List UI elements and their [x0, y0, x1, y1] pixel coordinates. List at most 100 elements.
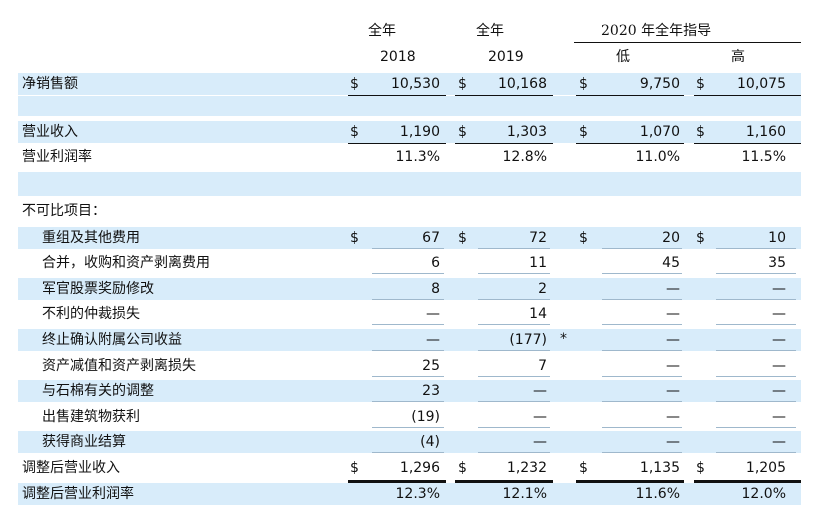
- cell-underline: [716, 376, 796, 377]
- cell-underline: [716, 324, 796, 325]
- value-cell: —: [772, 383, 786, 399]
- value-cell: 2: [538, 281, 547, 297]
- cell-underline: [478, 350, 550, 351]
- guidance-underline: [574, 42, 801, 43]
- cell-underline: [602, 248, 682, 249]
- value-cell: 8: [431, 281, 440, 297]
- cell-underline: [372, 350, 444, 351]
- cell-underline: [478, 376, 550, 377]
- currency-symbol: $: [458, 76, 467, 92]
- value-cell: 11.0%: [635, 149, 680, 165]
- cell-underline: [716, 350, 796, 351]
- value-cell: 1,232: [506, 460, 547, 476]
- cell-underline: [372, 376, 444, 377]
- value-cell: 11.3%: [395, 149, 440, 165]
- cell-underline: [372, 427, 444, 428]
- value-cell: 1,296: [399, 460, 440, 476]
- row-label: 调整后营业利润率: [22, 486, 134, 502]
- currency-symbol: $: [350, 460, 359, 476]
- value-cell: —: [772, 332, 786, 348]
- rule-line: [694, 95, 801, 96]
- value-cell: (19): [411, 409, 440, 425]
- rule-line: [348, 95, 446, 96]
- value-cell: —: [666, 281, 680, 297]
- cell-underline: [478, 427, 550, 428]
- cell-underline: [478, 324, 550, 325]
- cell-underline: [372, 273, 444, 274]
- cell-underline: [372, 452, 444, 453]
- table-row: [18, 431, 801, 453]
- cell-underline: [602, 376, 682, 377]
- value-cell: 12.3%: [395, 486, 440, 502]
- rule-line: [694, 480, 801, 483]
- value-cell: —: [666, 306, 680, 322]
- currency-symbol: $: [458, 460, 467, 476]
- row-label: 终止确认附属公司收益: [42, 332, 182, 348]
- value-cell: 10,168: [498, 76, 547, 92]
- value-cell: 12.1%: [502, 486, 547, 502]
- row-label: 调整后营业收入: [22, 460, 120, 476]
- cell-underline: [478, 452, 550, 453]
- value-cell: 20: [662, 230, 680, 246]
- value-cell: 10: [768, 230, 786, 246]
- header-guidance-2020: 2020 年全年指导: [601, 23, 712, 39]
- row-label: 净销售额: [22, 76, 78, 92]
- table-row: [18, 200, 801, 222]
- value-cell: 23: [422, 383, 440, 399]
- value-cell: —: [533, 383, 547, 399]
- currency-symbol: $: [696, 230, 705, 246]
- cell-underline: [478, 273, 550, 274]
- cell-underline: [602, 427, 682, 428]
- cell-underline: [602, 273, 682, 274]
- currency-symbol: $: [579, 460, 588, 476]
- value-cell: 1,160: [745, 124, 786, 140]
- cell-underline: [372, 299, 444, 300]
- rule-line: [455, 480, 553, 483]
- currency-symbol: $: [458, 230, 467, 246]
- value-cell: —: [666, 332, 680, 348]
- header-year-2018: 2018: [380, 49, 416, 65]
- currency-symbol: $: [579, 124, 588, 140]
- row-label: 与石棉有关的调整: [42, 383, 154, 399]
- rule-line: [455, 143, 553, 144]
- currency-symbol: $: [696, 460, 705, 476]
- rule-line: [576, 95, 684, 96]
- value-cell: 10,075: [737, 76, 786, 92]
- value-cell: —: [772, 434, 786, 450]
- value-cell: 1,190: [399, 124, 440, 140]
- header-low: 低: [616, 49, 630, 65]
- value-cell: 9,750: [639, 76, 680, 92]
- spacer-band: [18, 172, 801, 196]
- value-cell: 11.5%: [741, 149, 786, 165]
- row-label: 资产减值和资产剥离损失: [42, 358, 196, 374]
- currency-symbol: $: [350, 124, 359, 140]
- cell-underline: [372, 324, 444, 325]
- cell-underline: [602, 401, 682, 402]
- value-cell: 67: [422, 230, 440, 246]
- row-label: 获得商业结算: [42, 434, 126, 450]
- row-label: 出售建筑物获利: [42, 409, 140, 425]
- cell-underline: [716, 273, 796, 274]
- rule-line: [694, 143, 801, 144]
- row-label: 军官股票奖励修改: [42, 281, 154, 297]
- value-cell: 10,530: [391, 76, 440, 92]
- cell-underline: [478, 299, 550, 300]
- value-cell: 11.6%: [635, 486, 680, 502]
- header-full-year-2018: 全年: [368, 23, 396, 39]
- value-cell: 25: [422, 358, 440, 374]
- row-label: 不利的仲裁损失: [42, 306, 140, 322]
- cell-underline: [602, 452, 682, 453]
- value-cell: 1,303: [506, 124, 547, 140]
- rule-line: [455, 95, 553, 96]
- spacer-band: [18, 96, 801, 116]
- value-cell: 7: [538, 358, 547, 374]
- value-cell: 45: [662, 255, 680, 271]
- cell-underline: [716, 299, 796, 300]
- footnote-marker: *: [560, 331, 567, 347]
- value-cell: 1,070: [639, 124, 680, 140]
- value-cell: 35: [768, 255, 786, 271]
- financial-table: 全年 全年 2020 年全年指导 2018 2019 低 高 净销售额 $10,5…: [0, 0, 820, 522]
- value-cell: 6: [431, 255, 440, 271]
- rule-line: [576, 143, 684, 144]
- rule-line: [576, 480, 684, 483]
